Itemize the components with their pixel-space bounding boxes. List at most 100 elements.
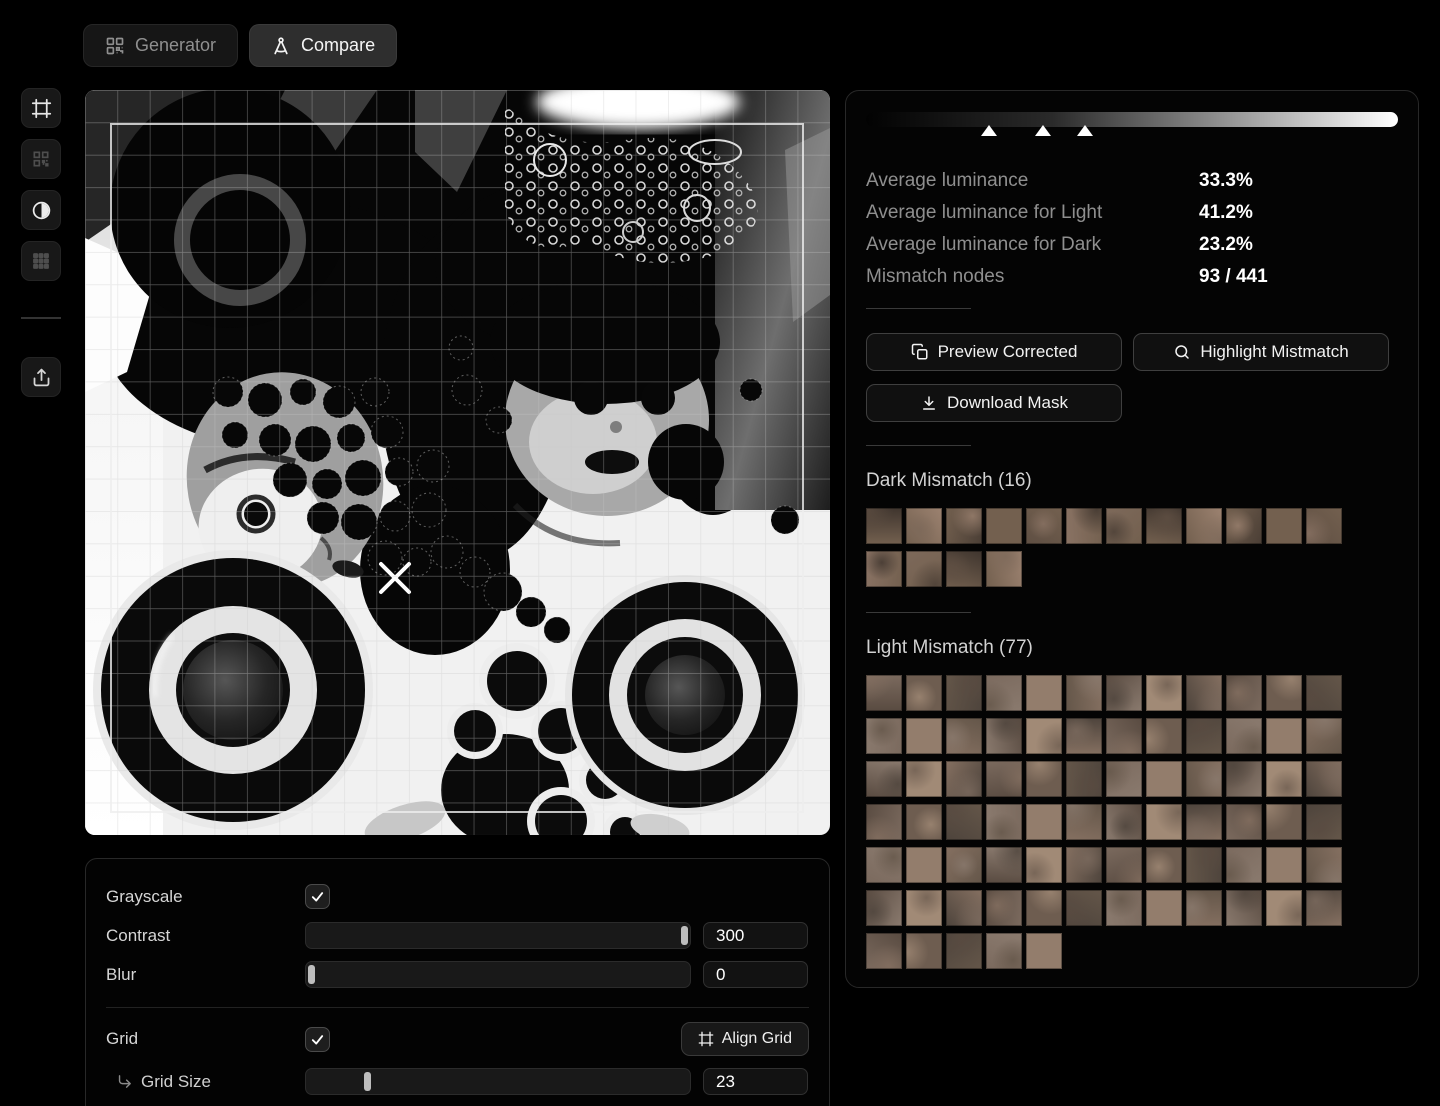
mismatch-thumbnail[interactable] xyxy=(946,718,982,754)
download-mask-button[interactable]: Download Mask xyxy=(866,384,1122,422)
tab-compare[interactable]: Compare xyxy=(249,24,397,67)
mismatch-thumbnail[interactable] xyxy=(1266,804,1302,840)
mismatch-thumbnail[interactable] xyxy=(1146,508,1182,544)
mismatch-thumbnail[interactable] xyxy=(1026,847,1062,883)
mismatch-thumbnail[interactable] xyxy=(1066,675,1102,711)
mismatch-thumbnail[interactable] xyxy=(986,847,1022,883)
luminance-marker[interactable] xyxy=(1077,125,1093,136)
mismatch-thumbnail[interactable] xyxy=(1306,847,1342,883)
mismatch-thumbnail[interactable] xyxy=(986,804,1022,840)
mismatch-thumbnail[interactable] xyxy=(986,933,1022,969)
mismatch-thumbnail[interactable] xyxy=(866,847,902,883)
mismatch-thumbnail[interactable] xyxy=(1186,675,1222,711)
mismatch-thumbnail[interactable] xyxy=(1106,804,1142,840)
mismatch-thumbnail[interactable] xyxy=(866,890,902,926)
mismatch-thumbnail[interactable] xyxy=(1186,508,1222,544)
mismatch-thumbnail[interactable] xyxy=(1186,804,1222,840)
preview-corrected-button[interactable]: Preview Corrected xyxy=(866,333,1122,371)
mismatch-thumbnail[interactable] xyxy=(946,933,982,969)
grid-size-value-input[interactable]: 23 xyxy=(703,1068,808,1095)
mismatch-thumbnail[interactable] xyxy=(1146,761,1182,797)
mismatch-thumbnail[interactable] xyxy=(986,675,1022,711)
grid-size-slider[interactable] xyxy=(305,1068,691,1095)
mismatch-thumbnail[interactable] xyxy=(906,718,942,754)
mismatch-thumbnail[interactable] xyxy=(1226,718,1262,754)
blur-slider[interactable] xyxy=(305,961,691,988)
slider-thumb[interactable] xyxy=(364,1072,371,1091)
mismatch-thumbnail[interactable] xyxy=(866,508,902,544)
upload-tool-button[interactable] xyxy=(21,357,61,397)
mismatch-thumbnail[interactable] xyxy=(986,718,1022,754)
mismatch-thumbnail[interactable] xyxy=(1186,718,1222,754)
mismatch-thumbnail[interactable] xyxy=(1186,761,1222,797)
mismatch-thumbnail[interactable] xyxy=(1106,890,1142,926)
blur-value-input[interactable]: 0 xyxy=(703,961,808,988)
mismatch-thumbnail[interactable] xyxy=(906,551,942,587)
mismatch-thumbnail[interactable] xyxy=(906,933,942,969)
slider-thumb[interactable] xyxy=(308,965,315,984)
mismatch-thumbnail[interactable] xyxy=(1026,933,1062,969)
mismatch-thumbnail[interactable] xyxy=(1266,761,1302,797)
contrast-value-input[interactable]: 300 xyxy=(703,922,808,949)
tab-generator[interactable]: Generator xyxy=(83,24,238,67)
mismatch-thumbnail[interactable] xyxy=(1026,718,1062,754)
mismatch-thumbnail[interactable] xyxy=(1026,804,1062,840)
align-grid-button[interactable]: Align Grid xyxy=(681,1022,809,1056)
mismatch-thumbnail[interactable] xyxy=(1266,508,1302,544)
mismatch-thumbnail[interactable] xyxy=(1306,804,1342,840)
mismatch-thumbnail[interactable] xyxy=(1106,675,1142,711)
mismatch-thumbnail[interactable] xyxy=(1226,890,1262,926)
mismatch-thumbnail[interactable] xyxy=(946,890,982,926)
mismatch-thumbnail[interactable] xyxy=(946,847,982,883)
mismatch-thumbnail[interactable] xyxy=(1226,761,1262,797)
mismatch-thumbnail[interactable] xyxy=(1146,847,1182,883)
mismatch-thumbnail[interactable] xyxy=(946,508,982,544)
mismatch-thumbnail[interactable] xyxy=(906,508,942,544)
grid-tool-button[interactable] xyxy=(21,241,61,281)
contrast-tool-button[interactable] xyxy=(21,190,61,230)
mismatch-thumbnail[interactable] xyxy=(1146,675,1182,711)
slider-thumb[interactable] xyxy=(681,926,688,945)
mismatch-thumbnail[interactable] xyxy=(1306,761,1342,797)
mismatch-thumbnail[interactable] xyxy=(1146,718,1182,754)
mismatch-thumbnail[interactable] xyxy=(1066,718,1102,754)
mismatch-thumbnail[interactable] xyxy=(986,761,1022,797)
mismatch-thumbnail[interactable] xyxy=(866,675,902,711)
mismatch-thumbnail[interactable] xyxy=(1066,761,1102,797)
frame-tool-button[interactable] xyxy=(21,88,61,128)
preview-canvas[interactable] xyxy=(85,90,830,835)
mismatch-thumbnail[interactable] xyxy=(1226,675,1262,711)
mismatch-thumbnail[interactable] xyxy=(1026,761,1062,797)
mismatch-thumbnail[interactable] xyxy=(1226,804,1262,840)
mismatch-thumbnail[interactable] xyxy=(906,890,942,926)
mismatch-thumbnail[interactable] xyxy=(866,933,902,969)
mismatch-thumbnail[interactable] xyxy=(1066,804,1102,840)
mismatch-thumbnail[interactable] xyxy=(1026,675,1062,711)
mismatch-thumbnail[interactable] xyxy=(1026,890,1062,926)
luminance-marker[interactable] xyxy=(981,125,997,136)
mismatch-thumbnail[interactable] xyxy=(986,508,1022,544)
mismatch-thumbnail[interactable] xyxy=(1146,890,1182,926)
mismatch-thumbnail[interactable] xyxy=(1306,890,1342,926)
mismatch-thumbnail[interactable] xyxy=(1106,718,1142,754)
mismatch-thumbnail[interactable] xyxy=(906,847,942,883)
mismatch-thumbnail[interactable] xyxy=(1066,890,1102,926)
mismatch-thumbnail[interactable] xyxy=(1186,890,1222,926)
highlight-mismatch-button[interactable]: Highlight Mistmatch xyxy=(1133,333,1389,371)
luminance-marker[interactable] xyxy=(1035,125,1051,136)
mismatch-thumbnail[interactable] xyxy=(986,551,1022,587)
mismatch-thumbnail[interactable] xyxy=(1066,847,1102,883)
mismatch-thumbnail[interactable] xyxy=(1106,761,1142,797)
luminance-gradient-bar[interactable] xyxy=(866,112,1398,127)
mismatch-thumbnail[interactable] xyxy=(1266,718,1302,754)
mismatch-thumbnail[interactable] xyxy=(1306,718,1342,754)
mismatch-thumbnail[interactable] xyxy=(906,761,942,797)
mismatch-thumbnail[interactable] xyxy=(986,890,1022,926)
mismatch-thumbnail[interactable] xyxy=(866,804,902,840)
mismatch-thumbnail[interactable] xyxy=(906,675,942,711)
mismatch-thumbnail[interactable] xyxy=(946,761,982,797)
mismatch-thumbnail[interactable] xyxy=(1226,847,1262,883)
mismatch-thumbnail[interactable] xyxy=(1106,508,1142,544)
mismatch-thumbnail[interactable] xyxy=(946,675,982,711)
mismatch-thumbnail[interactable] xyxy=(1306,508,1342,544)
